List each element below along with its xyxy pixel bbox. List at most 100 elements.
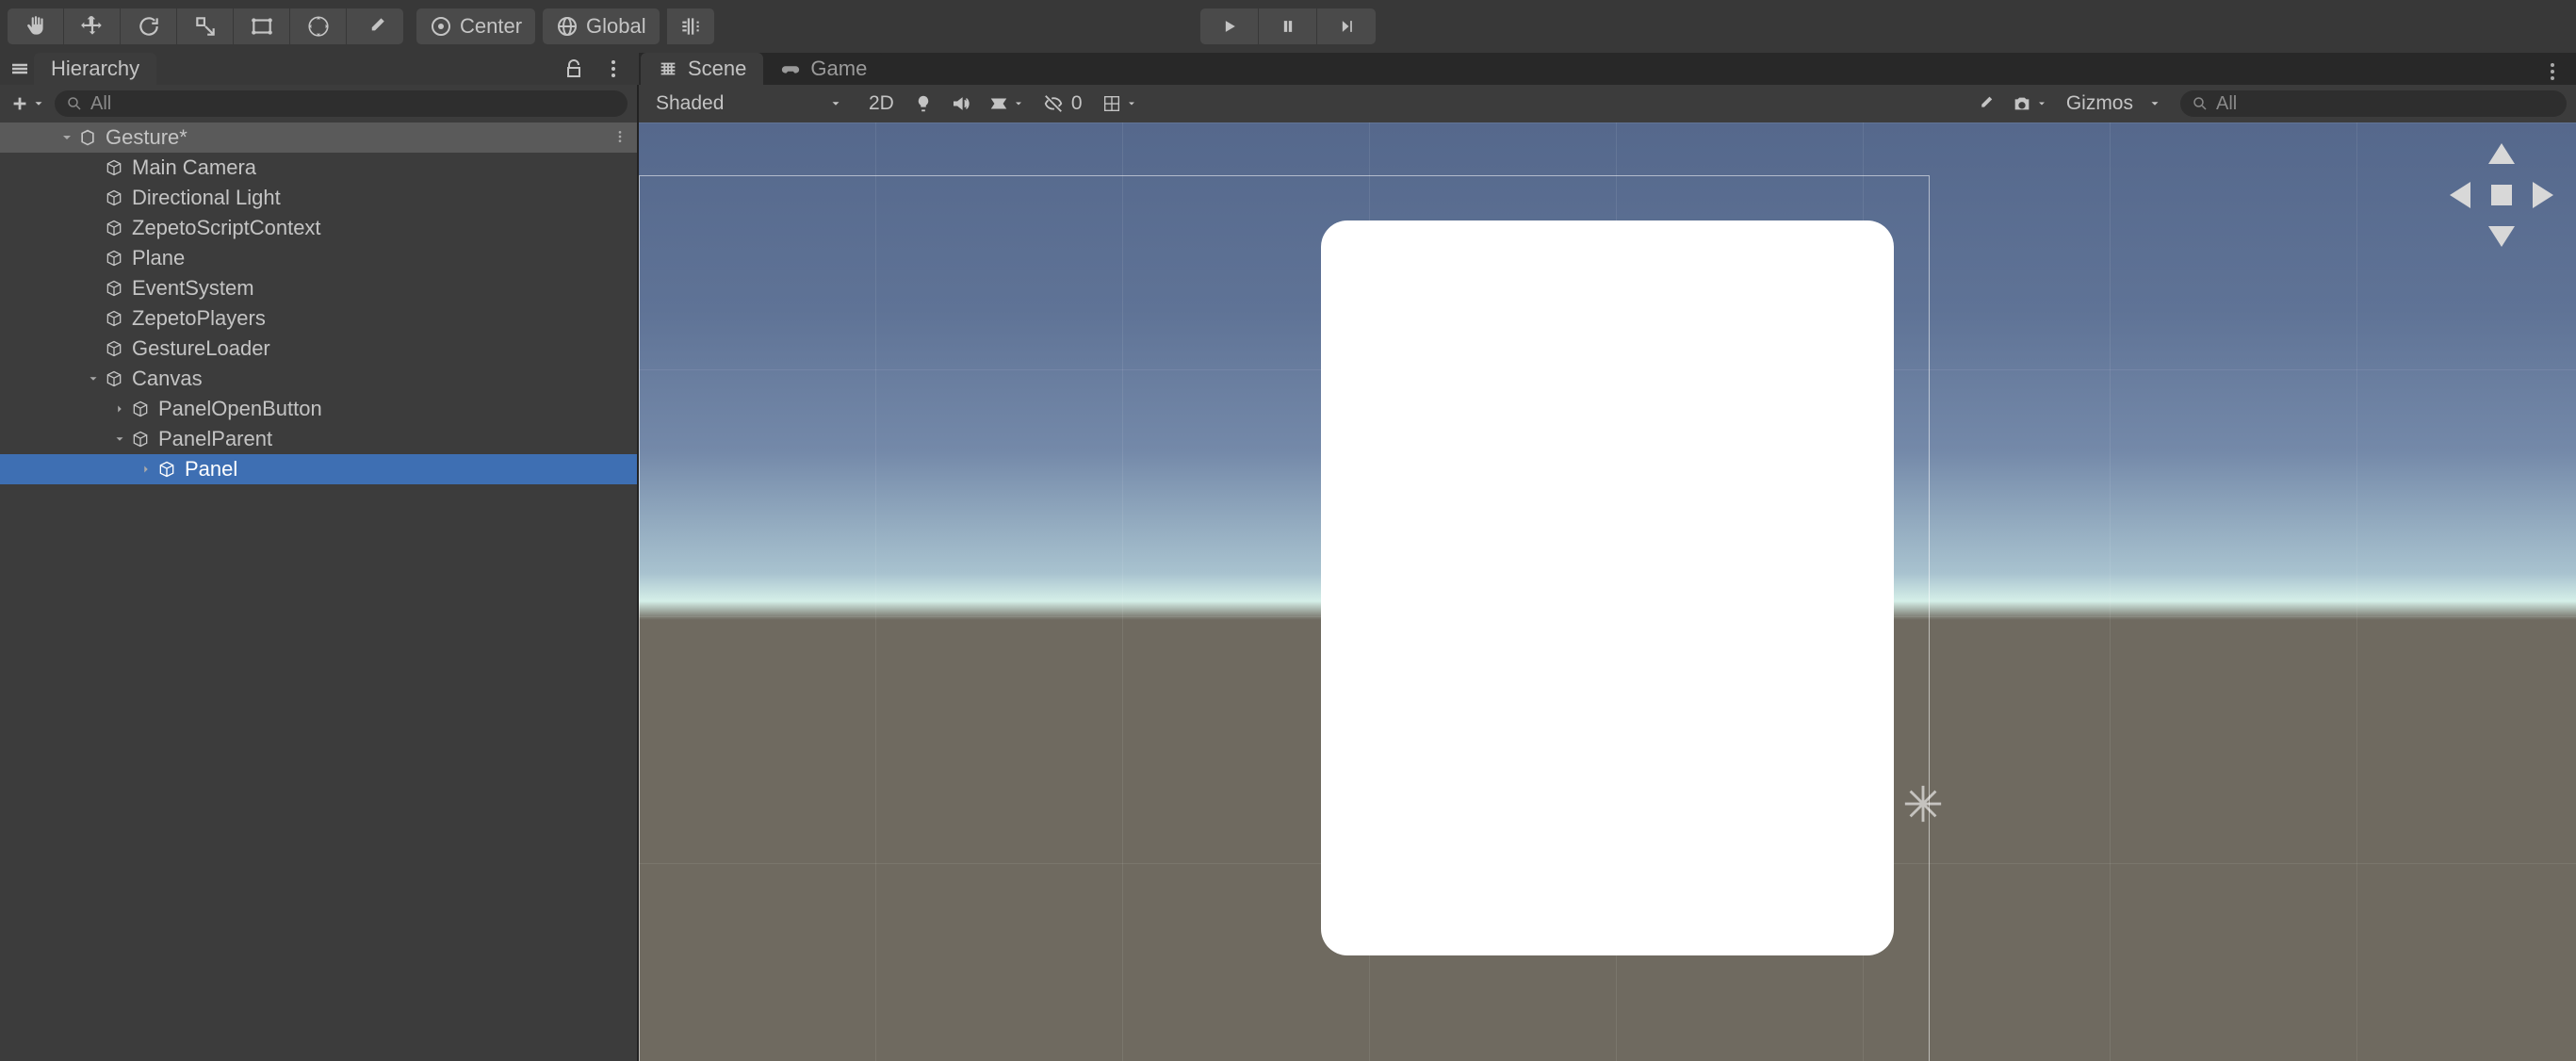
workspace-panes: All Gesture* Main Camera Directional Ligh… — [0, 85, 2576, 1061]
pivot-mode-toggle[interactable]: Center — [416, 8, 535, 44]
scene-search-input[interactable]: All — [2180, 90, 2567, 117]
scene-window-kebab-icon[interactable] — [2538, 57, 2567, 86]
hierarchy-item[interactable]: Panel — [0, 454, 637, 484]
hierarchy-item[interactable]: Plane — [0, 243, 637, 273]
transform-tool-button[interactable] — [290, 8, 347, 44]
recttransform-pivot-gizmo[interactable] — [1901, 782, 1945, 825]
hand-tool-button[interactable] — [8, 8, 64, 44]
tab-hierarchy-label: Hierarchy — [51, 57, 139, 81]
hierarchy-kebab-icon[interactable] — [599, 55, 628, 83]
snap-group — [667, 8, 714, 44]
search-icon — [66, 95, 83, 112]
hidden-objects-indicator[interactable]: 0 — [1035, 90, 1090, 118]
hierarchy-item-label: Canvas — [132, 367, 203, 391]
transform-tools-group — [8, 8, 403, 44]
hierarchy-item[interactable]: ZepetoPlayers — [0, 303, 637, 334]
scene-lighting-toggle[interactable] — [907, 90, 939, 118]
scene-viewport[interactable] — [639, 122, 2576, 1061]
hierarchy-item[interactable]: ZepetoScriptContext — [0, 213, 637, 243]
play-button[interactable] — [1200, 8, 1259, 44]
hidden-objects-count: 0 — [1071, 92, 1083, 115]
unity-scene-icon — [77, 127, 98, 148]
custom-tool-button[interactable] — [347, 8, 403, 44]
gameobject-icon — [104, 338, 124, 359]
scene-tab-area: Scene Game — [639, 53, 2576, 85]
scale-tool-button[interactable] — [177, 8, 234, 44]
game-tab-icon — [780, 58, 801, 79]
hierarchy-item[interactable]: PanelParent — [0, 424, 637, 454]
hierarchy-item[interactable]: Main Camera — [0, 153, 637, 183]
tab-scene[interactable]: Scene — [641, 53, 763, 85]
foldout-icon[interactable] — [83, 372, 104, 385]
scene-view-panel: Shaded 2D 0 — [639, 85, 2576, 1061]
gameobject-icon — [104, 218, 124, 238]
move-tool-button[interactable] — [64, 8, 121, 44]
two-d-toggle[interactable]: 2D — [861, 90, 902, 118]
hierarchy-item[interactable]: Canvas — [0, 364, 637, 394]
space-mode-toggle[interactable]: Global — [543, 8, 660, 44]
scene-audio-toggle[interactable] — [945, 90, 977, 118]
search-icon — [2192, 95, 2209, 112]
hierarchy-panel: All Gesture* Main Camera Directional Ligh… — [0, 85, 639, 1061]
gizmos-dropdown[interactable]: Gizmos — [2059, 90, 2175, 118]
hierarchy-item-label: Plane — [132, 246, 185, 270]
draw-mode-dropdown[interactable]: Shaded — [648, 90, 856, 118]
gameobject-icon — [104, 188, 124, 208]
scene-view-toolbar: Shaded 2D 0 — [639, 85, 2576, 122]
hierarchy-item[interactable]: PanelOpenButton — [0, 394, 637, 424]
tab-game-label: Game — [810, 57, 867, 81]
hierarchy-tree[interactable]: Gesture* Main Camera Directional Light Zep… — [0, 122, 637, 1061]
hierarchy-scene-name: Gesture* — [106, 125, 187, 150]
window-tabs-row: Hierarchy Scene Game — [0, 53, 2576, 85]
tab-hierarchy[interactable]: Hierarchy — [34, 53, 156, 85]
scene-orientation-gizmo[interactable] — [2450, 143, 2553, 247]
hierarchy-tab-area: Hierarchy — [0, 53, 639, 85]
pause-button[interactable] — [1259, 8, 1317, 44]
foldout-icon[interactable] — [109, 402, 130, 416]
rect-tool-button[interactable] — [234, 8, 290, 44]
hierarchy-scene-root[interactable]: Gesture* — [0, 122, 637, 153]
pivot-mode-label: Center — [460, 14, 522, 39]
hierarchy-drag-handle-icon[interactable] — [6, 55, 34, 83]
gameobject-icon — [104, 308, 124, 329]
hierarchy-item-label: ZepetoScriptContext — [132, 216, 321, 240]
hierarchy-item-label: Panel — [185, 457, 237, 482]
gameobject-icon — [130, 399, 151, 419]
hierarchy-item[interactable]: GestureLoader — [0, 334, 637, 364]
hierarchy-item-label: GestureLoader — [132, 336, 270, 361]
hierarchy-create-button[interactable] — [9, 93, 45, 114]
two-d-label: 2D — [869, 92, 894, 115]
foldout-icon[interactable] — [136, 463, 156, 476]
space-mode-label: Global — [586, 14, 646, 39]
gameobject-icon — [156, 459, 177, 480]
tab-scene-label: Scene — [688, 57, 746, 81]
rotate-tool-button[interactable] — [121, 8, 177, 44]
hierarchy-toolbar: All — [0, 85, 637, 122]
gizmos-label: Gizmos — [2066, 92, 2133, 115]
scene-tools-button[interactable] — [1968, 90, 2000, 118]
hierarchy-lock-icon[interactable] — [560, 55, 588, 83]
hierarchy-item-label: PanelOpenButton — [158, 397, 322, 421]
gameobject-icon — [104, 157, 124, 178]
scene-tab-icon — [658, 58, 678, 79]
gameobject-icon — [104, 248, 124, 269]
scene-fx-dropdown[interactable] — [983, 90, 1030, 118]
hierarchy-item[interactable]: Directional Light — [0, 183, 637, 213]
gameobject-icon — [130, 429, 151, 449]
main-toolbar: Center Global — [0, 0, 2576, 53]
scene-camera-dropdown[interactable] — [2006, 90, 2053, 118]
hierarchy-item-label: PanelParent — [158, 427, 272, 451]
hierarchy-item[interactable]: EventSystem — [0, 273, 637, 303]
scene-grid-dropdown[interactable] — [1096, 90, 1143, 118]
hierarchy-search-input[interactable]: All — [55, 90, 628, 117]
foldout-icon[interactable] — [57, 130, 77, 145]
gameobject-icon — [104, 368, 124, 389]
hierarchy-item-label: Directional Light — [132, 186, 281, 210]
foldout-icon[interactable] — [109, 433, 130, 446]
panel-gameobject-visual[interactable] — [1321, 220, 1894, 955]
snap-toggle-button[interactable] — [667, 8, 714, 44]
scene-row-kebab-icon[interactable] — [612, 125, 628, 150]
hierarchy-item-label: Main Camera — [132, 155, 256, 180]
step-button[interactable] — [1317, 8, 1376, 44]
tab-game[interactable]: Game — [763, 53, 884, 85]
